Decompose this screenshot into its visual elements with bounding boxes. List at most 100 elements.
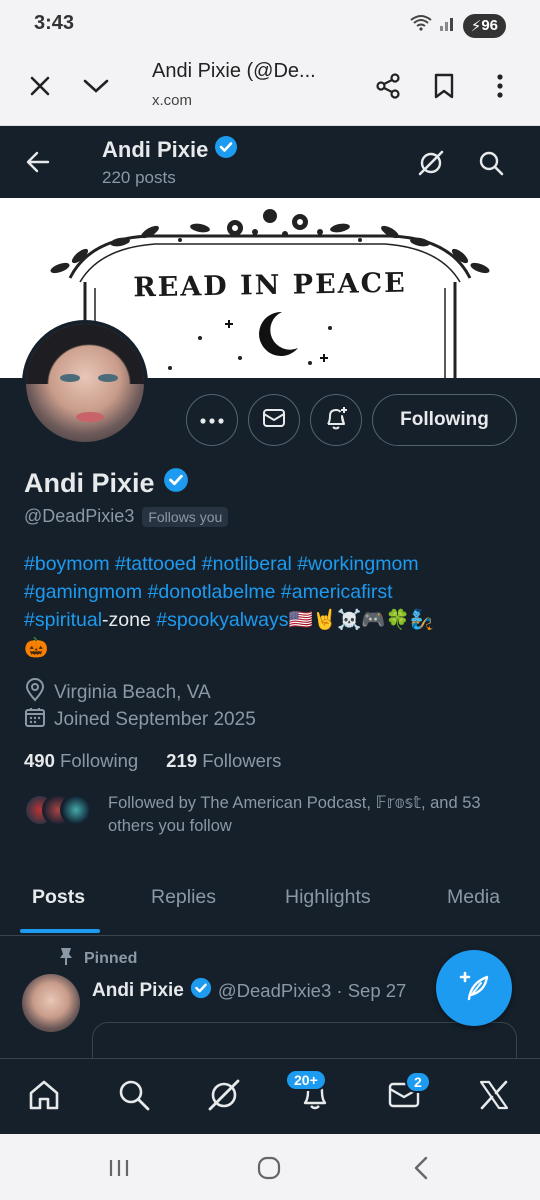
search-icon: [118, 1079, 150, 1116]
followed-by-text: Followed by The American Podcast, 𝔽𝕣𝕠𝕤𝕥,…: [108, 794, 481, 835]
hashtag-link[interactable]: #spiritual: [24, 609, 102, 631]
back-icon[interactable]: [406, 1154, 436, 1182]
tab-posts[interactable]: Posts: [32, 886, 85, 909]
followers-label: Followers: [202, 750, 282, 771]
hashtag-link[interactable]: #tattooed: [115, 553, 196, 575]
notifications-subscribe-button[interactable]: [310, 394, 362, 446]
nav-search[interactable]: [114, 1077, 154, 1117]
messages-badge: 2: [405, 1071, 431, 1093]
followers-count-link[interactable]: 219 Followers: [166, 750, 281, 772]
bell-plus-icon: [323, 405, 349, 436]
chevron-down-icon[interactable]: [78, 68, 114, 104]
more-options-button[interactable]: [186, 394, 238, 446]
browser-page-title: Andi Pixie (@De...: [152, 60, 316, 82]
feather-plus-icon: [457, 969, 491, 1008]
x-logo-icon: [478, 1080, 510, 1115]
tab-highlights[interactable]: Highlights: [285, 886, 371, 909]
wifi-icon: [409, 13, 433, 38]
status-time: 3:43: [34, 12, 75, 34]
status-icons: ⚡ 96: [409, 13, 506, 38]
search-icon[interactable]: [472, 144, 510, 182]
hashtag-link[interactable]: #boymom: [24, 553, 110, 575]
browser-toolbar: Andi Pixie (@De... x.com: [0, 46, 540, 126]
notifications-badge: 20+: [285, 1069, 327, 1091]
followers-count: 219: [166, 750, 198, 771]
profile-handle: @DeadPixie3: [24, 506, 135, 526]
calendar-icon: [24, 706, 46, 734]
header-posts-count: 220 posts: [102, 168, 176, 187]
home-button-icon[interactable]: [254, 1154, 284, 1182]
hashtag-link[interactable]: #notliberal: [202, 553, 292, 575]
system-navigation-bar: [0, 1134, 540, 1200]
hashtag-link[interactable]: #americafirst: [281, 581, 393, 603]
follow-stats: 490 Following 219 Followers: [24, 750, 281, 772]
active-tab-indicator: [20, 929, 100, 933]
profile-bio: #boymom #tattooed #notliberal #workingmo…: [24, 550, 514, 662]
close-icon[interactable]: [22, 68, 58, 104]
nav-grok[interactable]: [204, 1077, 244, 1117]
following-count-link[interactable]: 490 Following: [24, 750, 138, 772]
header-title: Andi Pixie: [102, 135, 238, 165]
nav-x-premium[interactable]: [474, 1077, 514, 1117]
bio-line-2: #gamingmom #donotlabelme #americafirst: [24, 578, 514, 606]
profile-name: Andi Pixie: [24, 467, 189, 500]
hashtag-link[interactable]: #donotlabelme: [148, 581, 276, 603]
bottom-navigation: 20+ 2: [0, 1058, 540, 1134]
hashtag-link[interactable]: #gamingmom: [24, 581, 142, 603]
pinned-label: Pinned: [84, 949, 138, 967]
more-vertical-icon[interactable]: [482, 68, 518, 104]
status-bar: 3:43 ⚡ 96: [0, 0, 540, 46]
post-handle-date: @DeadPixie3 · Sep 27: [217, 979, 407, 1001]
bookmark-icon[interactable]: [426, 68, 462, 104]
share-icon[interactable]: [370, 68, 406, 104]
more-horizontal-icon: [200, 411, 224, 429]
recent-apps-icon[interactable]: [104, 1154, 134, 1182]
tab-media[interactable]: Media: [447, 886, 500, 909]
bio-line-1: #boymom #tattooed #notliberal #workingmo…: [24, 550, 514, 578]
battery-indicator: ⚡ 96: [462, 13, 506, 38]
follows-you-badge: Follows you: [142, 506, 229, 527]
envelope-icon: [262, 408, 286, 433]
handle-row: @DeadPixie3 Follows you: [24, 506, 229, 527]
bio-text: -zone: [102, 609, 157, 631]
profile-avatar[interactable]: [22, 320, 148, 446]
verified-badge-icon: [214, 135, 238, 165]
home-icon: [27, 1078, 61, 1117]
pin-icon: [58, 946, 74, 971]
profile-header-bar: Andi Pixie 220 posts: [0, 126, 540, 198]
following-count: 490: [24, 750, 55, 771]
bio-line-3: #spiritual-zone #spookyalways🇺🇸🤘☠️🎮🍀🧞: [24, 606, 514, 634]
nav-home[interactable]: [24, 1077, 64, 1117]
avatar: [60, 794, 92, 826]
post-avatar[interactable]: [22, 974, 80, 1032]
tab-replies[interactable]: Replies: [151, 886, 216, 909]
post-header: Andi Pixie @DeadPixie3 · Sep 27: [92, 977, 406, 1004]
signal-icon: [439, 14, 457, 37]
browser-url: x.com: [152, 92, 193, 109]
grok-icon: [207, 1078, 241, 1117]
hashtag-link[interactable]: #spookyalways: [156, 609, 288, 631]
battery-level: 96: [481, 17, 498, 34]
hashtag-link[interactable]: #workingmom: [297, 553, 418, 575]
bio-emojis: 🇺🇸🤘☠️🎮🍀🧞: [288, 609, 435, 631]
message-button[interactable]: [248, 394, 300, 446]
followed-by-avatars: [24, 794, 94, 826]
profile-location: Virginia Beach, VA: [24, 678, 211, 708]
bio-line-4: 🎃: [24, 637, 49, 659]
grok-icon[interactable]: [412, 144, 450, 182]
header-name: Andi Pixie: [102, 137, 209, 162]
following-label: Following: [60, 750, 139, 771]
profile-joined: Joined September 2025: [24, 706, 256, 734]
location-pin-icon: [24, 678, 46, 708]
location-text: Virginia Beach, VA: [54, 682, 211, 703]
joined-text: Joined September 2025: [54, 709, 256, 730]
followed-by-section[interactable]: Followed by The American Podcast, 𝔽𝕣𝕠𝕤𝕥,…: [24, 792, 524, 842]
following-button[interactable]: Following: [372, 394, 517, 446]
compose-post-button[interactable]: [436, 950, 512, 1026]
profile-tabs: Posts Replies Highlights Media: [0, 870, 540, 936]
verified-badge-icon: [190, 977, 212, 1004]
profile-display-name: Andi Pixie: [24, 468, 155, 498]
back-arrow-icon[interactable]: [20, 144, 56, 180]
post-author-name[interactable]: Andi Pixie: [92, 980, 184, 1002]
verified-badge-icon: [163, 467, 189, 500]
